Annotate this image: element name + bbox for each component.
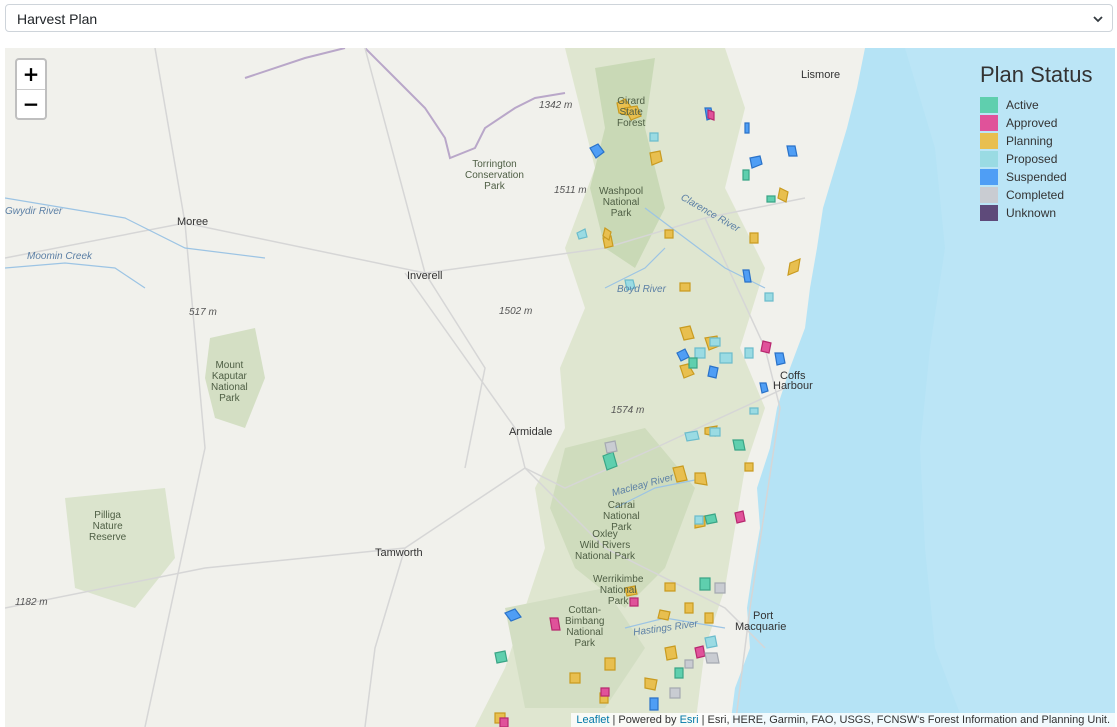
label-washpool: Washpool National Park: [599, 186, 644, 219]
label-werrikimbe: Werrikimbe National Park: [593, 574, 644, 607]
label-elev-1182: 1182 m: [15, 597, 48, 608]
label-elev-1574: 1574 m: [611, 405, 645, 416]
label-girard: Girard State Forest: [617, 96, 646, 129]
legend-label: Planning: [1006, 134, 1053, 148]
label-elev-1511: 1511 m: [554, 185, 587, 196]
label-elev-1342: 1342 m: [539, 100, 573, 111]
legend: Plan Status Active Approved Planning Propos…: [980, 62, 1112, 222]
zoom-out-button[interactable]: −: [17, 90, 45, 119]
label-moree: Moree: [177, 216, 209, 228]
map-view[interactable]: Lismore Moree Inverell Armidale Tamworth…: [5, 48, 1115, 727]
label-gwydir-river: Gwydir River: [5, 206, 63, 217]
attribution-text-1: | Powered by: [609, 714, 680, 726]
label-cottan: Cottan- Bimbang National Park: [565, 605, 605, 649]
legend-item-completed: Completed: [980, 186, 1112, 204]
label-elev-1502: 1502 m: [499, 306, 533, 317]
label-harbour: Harbour: [773, 380, 813, 392]
label-inverell: Inverell: [407, 270, 443, 282]
label-moomin-creek: Moomin Creek: [27, 251, 93, 262]
legend-label: Proposed: [1006, 152, 1058, 166]
esri-link[interactable]: Esri: [680, 714, 699, 726]
label-tamworth: Tamworth: [375, 547, 423, 559]
legend-item-approved: Approved: [980, 114, 1112, 132]
legend-label: Active: [1006, 98, 1039, 112]
layer-select[interactable]: Harvest Plan: [5, 4, 1113, 32]
legend-swatch: [980, 187, 998, 203]
legend-item-planning: Planning: [980, 132, 1112, 150]
legend-swatch: [980, 151, 998, 167]
legend-swatch: [980, 133, 998, 149]
legend-title: Plan Status: [980, 62, 1093, 87]
label-boyd-river: Boyd River: [617, 284, 666, 295]
layer-select-value: Harvest Plan: [17, 11, 98, 27]
legend-item-proposed: Proposed: [980, 150, 1112, 168]
label-kaputar: Mount Kaputar National Park: [211, 360, 248, 404]
legend-item-active: Active: [980, 96, 1112, 114]
label-elev-517: 517 m: [189, 307, 217, 318]
label-torrington: Torrington Conservation Park: [465, 159, 524, 192]
label-macquarie: Macquarie: [735, 621, 787, 633]
legend-label: Completed: [1006, 188, 1065, 202]
leaflet-link[interactable]: Leaflet: [576, 714, 609, 726]
label-pilliga: Pilliga Nature Reserve: [89, 510, 127, 543]
map-attribution: Leaflet | Powered by Esri | Esri, HERE, …: [571, 713, 1115, 727]
chevron-down-icon: [1093, 16, 1103, 23]
label-lismore: Lismore: [801, 69, 841, 81]
zoom-control: + −: [15, 58, 47, 120]
label-armidale: Armidale: [509, 426, 553, 438]
basemap: [5, 48, 1115, 727]
legend-label: Unknown: [1006, 206, 1057, 220]
legend-label: Approved: [1006, 116, 1058, 130]
legend-swatch: [980, 205, 998, 221]
legend-item-unknown: Unknown: [980, 204, 1112, 222]
label-oxley: Oxley Wild Rivers National Park: [575, 529, 636, 562]
legend-swatch: [980, 169, 998, 185]
legend-swatch: [980, 115, 998, 131]
legend-swatch: [980, 97, 998, 113]
legend-label: Suspended: [1006, 170, 1067, 184]
legend-item-suspended: Suspended: [980, 168, 1112, 186]
attribution-text-2: | Esri, HERE, Garmin, FAO, USGS, FCNSW's…: [698, 714, 1110, 726]
zoom-in-button[interactable]: +: [17, 60, 45, 90]
